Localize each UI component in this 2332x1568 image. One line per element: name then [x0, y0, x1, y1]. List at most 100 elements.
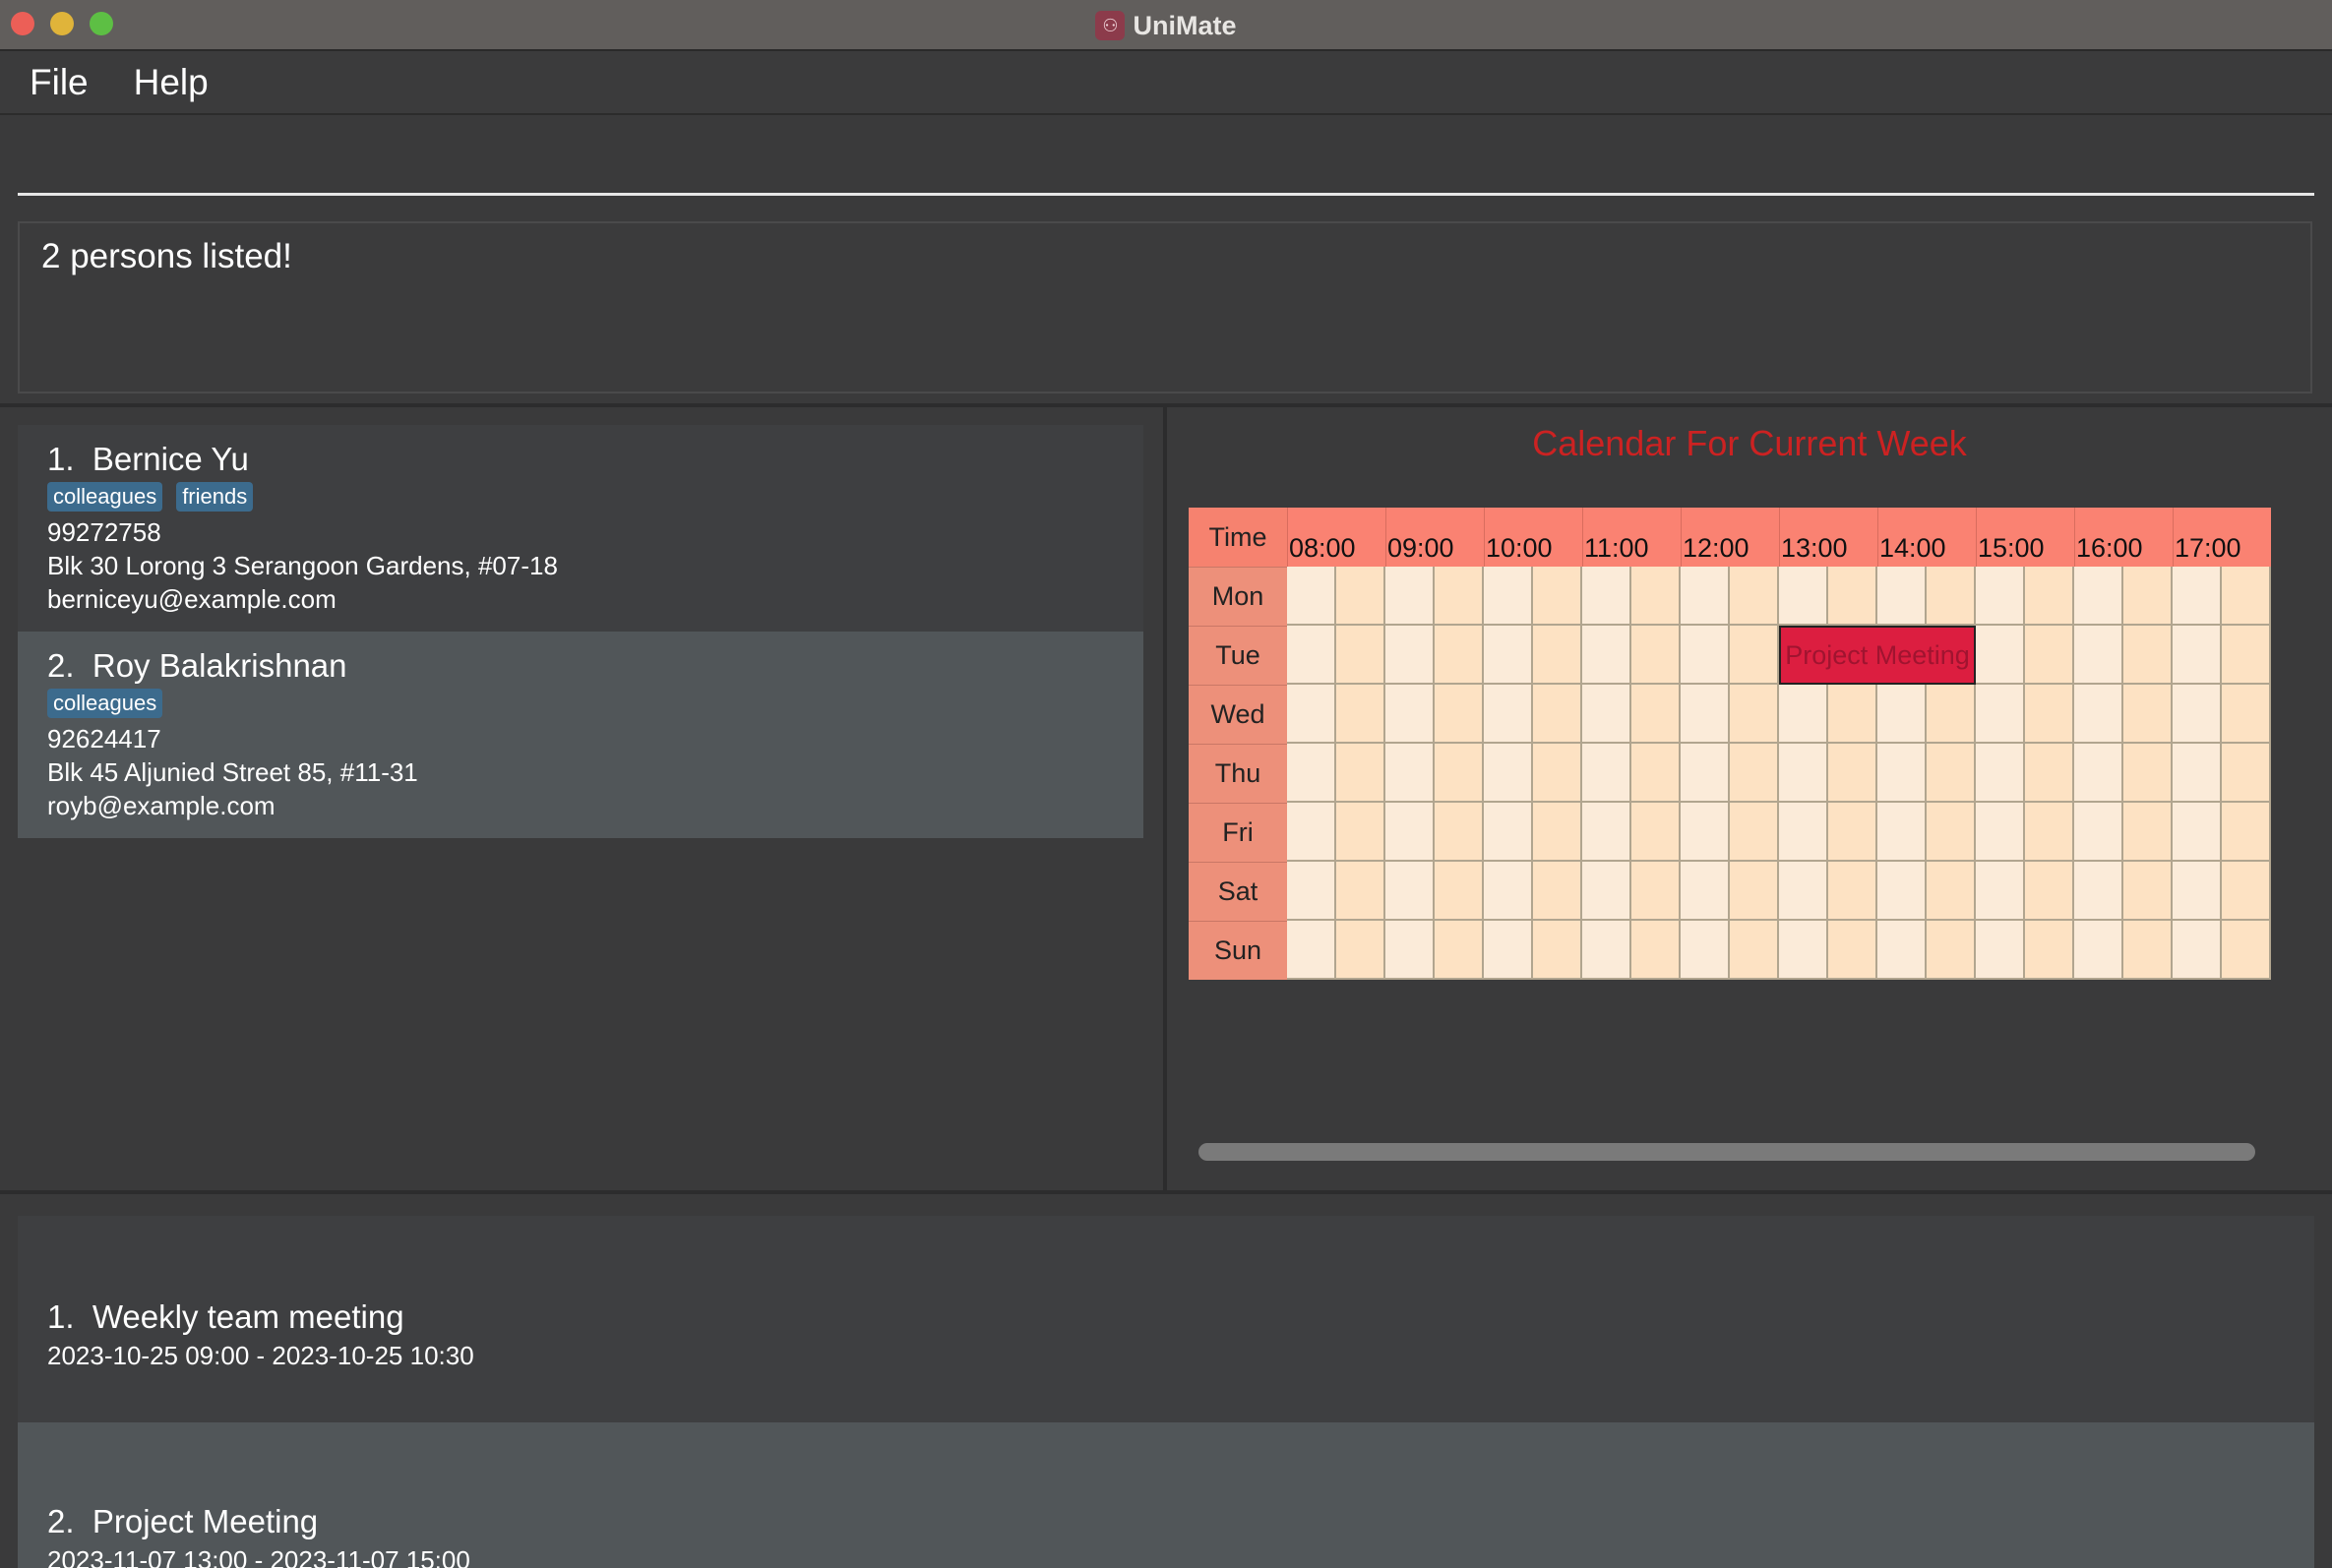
calendar-cell[interactable] [1533, 803, 1582, 862]
calendar-cell[interactable] [1877, 803, 1927, 862]
calendar-cell[interactable] [1336, 803, 1385, 862]
calendar-cell[interactable] [1435, 567, 1484, 626]
calendar-cell[interactable] [1435, 803, 1484, 862]
calendar-cell[interactable] [2025, 803, 2074, 862]
calendar-cell[interactable] [1631, 626, 1681, 685]
calendar-cell[interactable] [1730, 921, 1779, 980]
calendar-cell[interactable] [2123, 567, 2173, 626]
calendar-cell[interactable] [2173, 626, 2222, 685]
calendar-cell[interactable] [1877, 862, 1927, 921]
calendar-cell[interactable] [2025, 626, 2074, 685]
calendar-cell[interactable] [1287, 744, 1336, 803]
calendar-cell[interactable] [1385, 567, 1435, 626]
calendar-cell[interactable] [1385, 862, 1435, 921]
calendar-cell[interactable] [2173, 567, 2222, 626]
calendar-cell[interactable] [1336, 567, 1385, 626]
calendar-cell[interactable] [1582, 744, 1631, 803]
calendar-cell[interactable] [1927, 744, 1976, 803]
calendar-cell[interactable] [1976, 862, 2025, 921]
calendar-cell[interactable] [1385, 685, 1435, 744]
calendar-cell[interactable] [1976, 744, 2025, 803]
calendar-cell[interactable] [1582, 803, 1631, 862]
calendar-cell[interactable] [1779, 803, 1828, 862]
calendar-cell[interactable] [2025, 567, 2074, 626]
menu-file[interactable]: File [30, 62, 89, 103]
calendar-cell[interactable] [1582, 685, 1631, 744]
calendar-cell[interactable] [1976, 626, 2025, 685]
calendar-cell[interactable] [1484, 567, 1533, 626]
calendar-cell[interactable] [1828, 921, 1877, 980]
calendar-cell[interactable] [2025, 685, 2074, 744]
calendar-cell[interactable] [2074, 685, 2123, 744]
calendar-cell[interactable] [2025, 862, 2074, 921]
calendar-cell[interactable] [1631, 921, 1681, 980]
calendar-cell[interactable] [1287, 803, 1336, 862]
calendar-cell[interactable] [1631, 744, 1681, 803]
calendar-cell[interactable] [1828, 567, 1877, 626]
calendar-cell[interactable] [1877, 685, 1927, 744]
calendar-cell[interactable] [1287, 626, 1336, 685]
calendar-cell[interactable] [1385, 803, 1435, 862]
calendar-cell[interactable] [1976, 567, 2025, 626]
calendar-cell[interactable] [1484, 921, 1533, 980]
calendar-cell[interactable] [2123, 626, 2173, 685]
calendar-cell[interactable] [1976, 685, 2025, 744]
calendar-cell[interactable] [1631, 567, 1681, 626]
calendar-cell[interactable] [1484, 685, 1533, 744]
calendar-cell[interactable] [1779, 567, 1828, 626]
calendar-cell[interactable] [1336, 685, 1385, 744]
calendar-cell[interactable] [1336, 921, 1385, 980]
calendar-cell[interactable] [1681, 921, 1730, 980]
calendar-cell[interactable] [2173, 862, 2222, 921]
calendar-cell[interactable] [1533, 626, 1582, 685]
calendar-cell[interactable] [1877, 921, 1927, 980]
calendar-cell[interactable] [1779, 685, 1828, 744]
calendar-cell[interactable] [1484, 744, 1533, 803]
calendar-cell[interactable] [1631, 803, 1681, 862]
calendar-cell[interactable] [2123, 744, 2173, 803]
calendar-cell[interactable] [1336, 744, 1385, 803]
calendar-cell[interactable] [1779, 921, 1828, 980]
calendar-cell[interactable] [1681, 803, 1730, 862]
calendar-event-block[interactable]: Project Meeting [1779, 626, 1976, 685]
calendar-cell[interactable] [1484, 862, 1533, 921]
calendar-cell[interactable] [1435, 921, 1484, 980]
calendar-cell[interactable] [2123, 862, 2173, 921]
calendar-cell[interactable] [2222, 803, 2271, 862]
calendar-cell[interactable] [1681, 567, 1730, 626]
calendar-cell[interactable] [1385, 744, 1435, 803]
event-card[interactable]: 1. Weekly team meeting 2023-10-25 09:00 … [18, 1216, 2314, 1422]
calendar-cell[interactable] [1828, 685, 1877, 744]
calendar-cell[interactable] [1730, 567, 1779, 626]
calendar-cell[interactable] [2173, 685, 2222, 744]
calendar-cell[interactable] [1730, 685, 1779, 744]
calendar-cell[interactable] [1730, 862, 1779, 921]
calendar-cell[interactable] [1779, 744, 1828, 803]
calendar-cell[interactable] [1631, 862, 1681, 921]
calendar-cell[interactable] [1681, 744, 1730, 803]
calendar-cell[interactable] [2123, 921, 2173, 980]
calendar-cell[interactable] [1730, 803, 1779, 862]
calendar-cell[interactable] [2074, 921, 2123, 980]
calendar-cell[interactable] [1287, 567, 1336, 626]
calendar-cell[interactable] [1533, 921, 1582, 980]
calendar-cell[interactable] [2222, 744, 2271, 803]
calendar-cell[interactable] [1533, 567, 1582, 626]
person-card[interactable]: 2. Roy Balakrishnan colleagues 92624417 … [18, 632, 1143, 838]
calendar-cell[interactable] [1582, 626, 1631, 685]
calendar-cell[interactable] [1779, 862, 1828, 921]
calendar-cell[interactable] [1435, 744, 1484, 803]
calendar-cell[interactable] [1681, 685, 1730, 744]
calendar-cell[interactable] [2173, 744, 2222, 803]
calendar-cell[interactable] [1484, 803, 1533, 862]
calendar-cell[interactable] [1533, 685, 1582, 744]
calendar-cell[interactable] [1828, 744, 1877, 803]
calendar-cell[interactable] [1927, 567, 1976, 626]
calendar-scrollbar[interactable] [1198, 1143, 2255, 1161]
calendar-cell[interactable] [1385, 921, 1435, 980]
calendar-cell[interactable] [2025, 744, 2074, 803]
calendar-cell[interactable] [1730, 626, 1779, 685]
calendar-cell[interactable] [1582, 567, 1631, 626]
calendar-cell[interactable] [2173, 921, 2222, 980]
calendar-cell[interactable] [1385, 626, 1435, 685]
